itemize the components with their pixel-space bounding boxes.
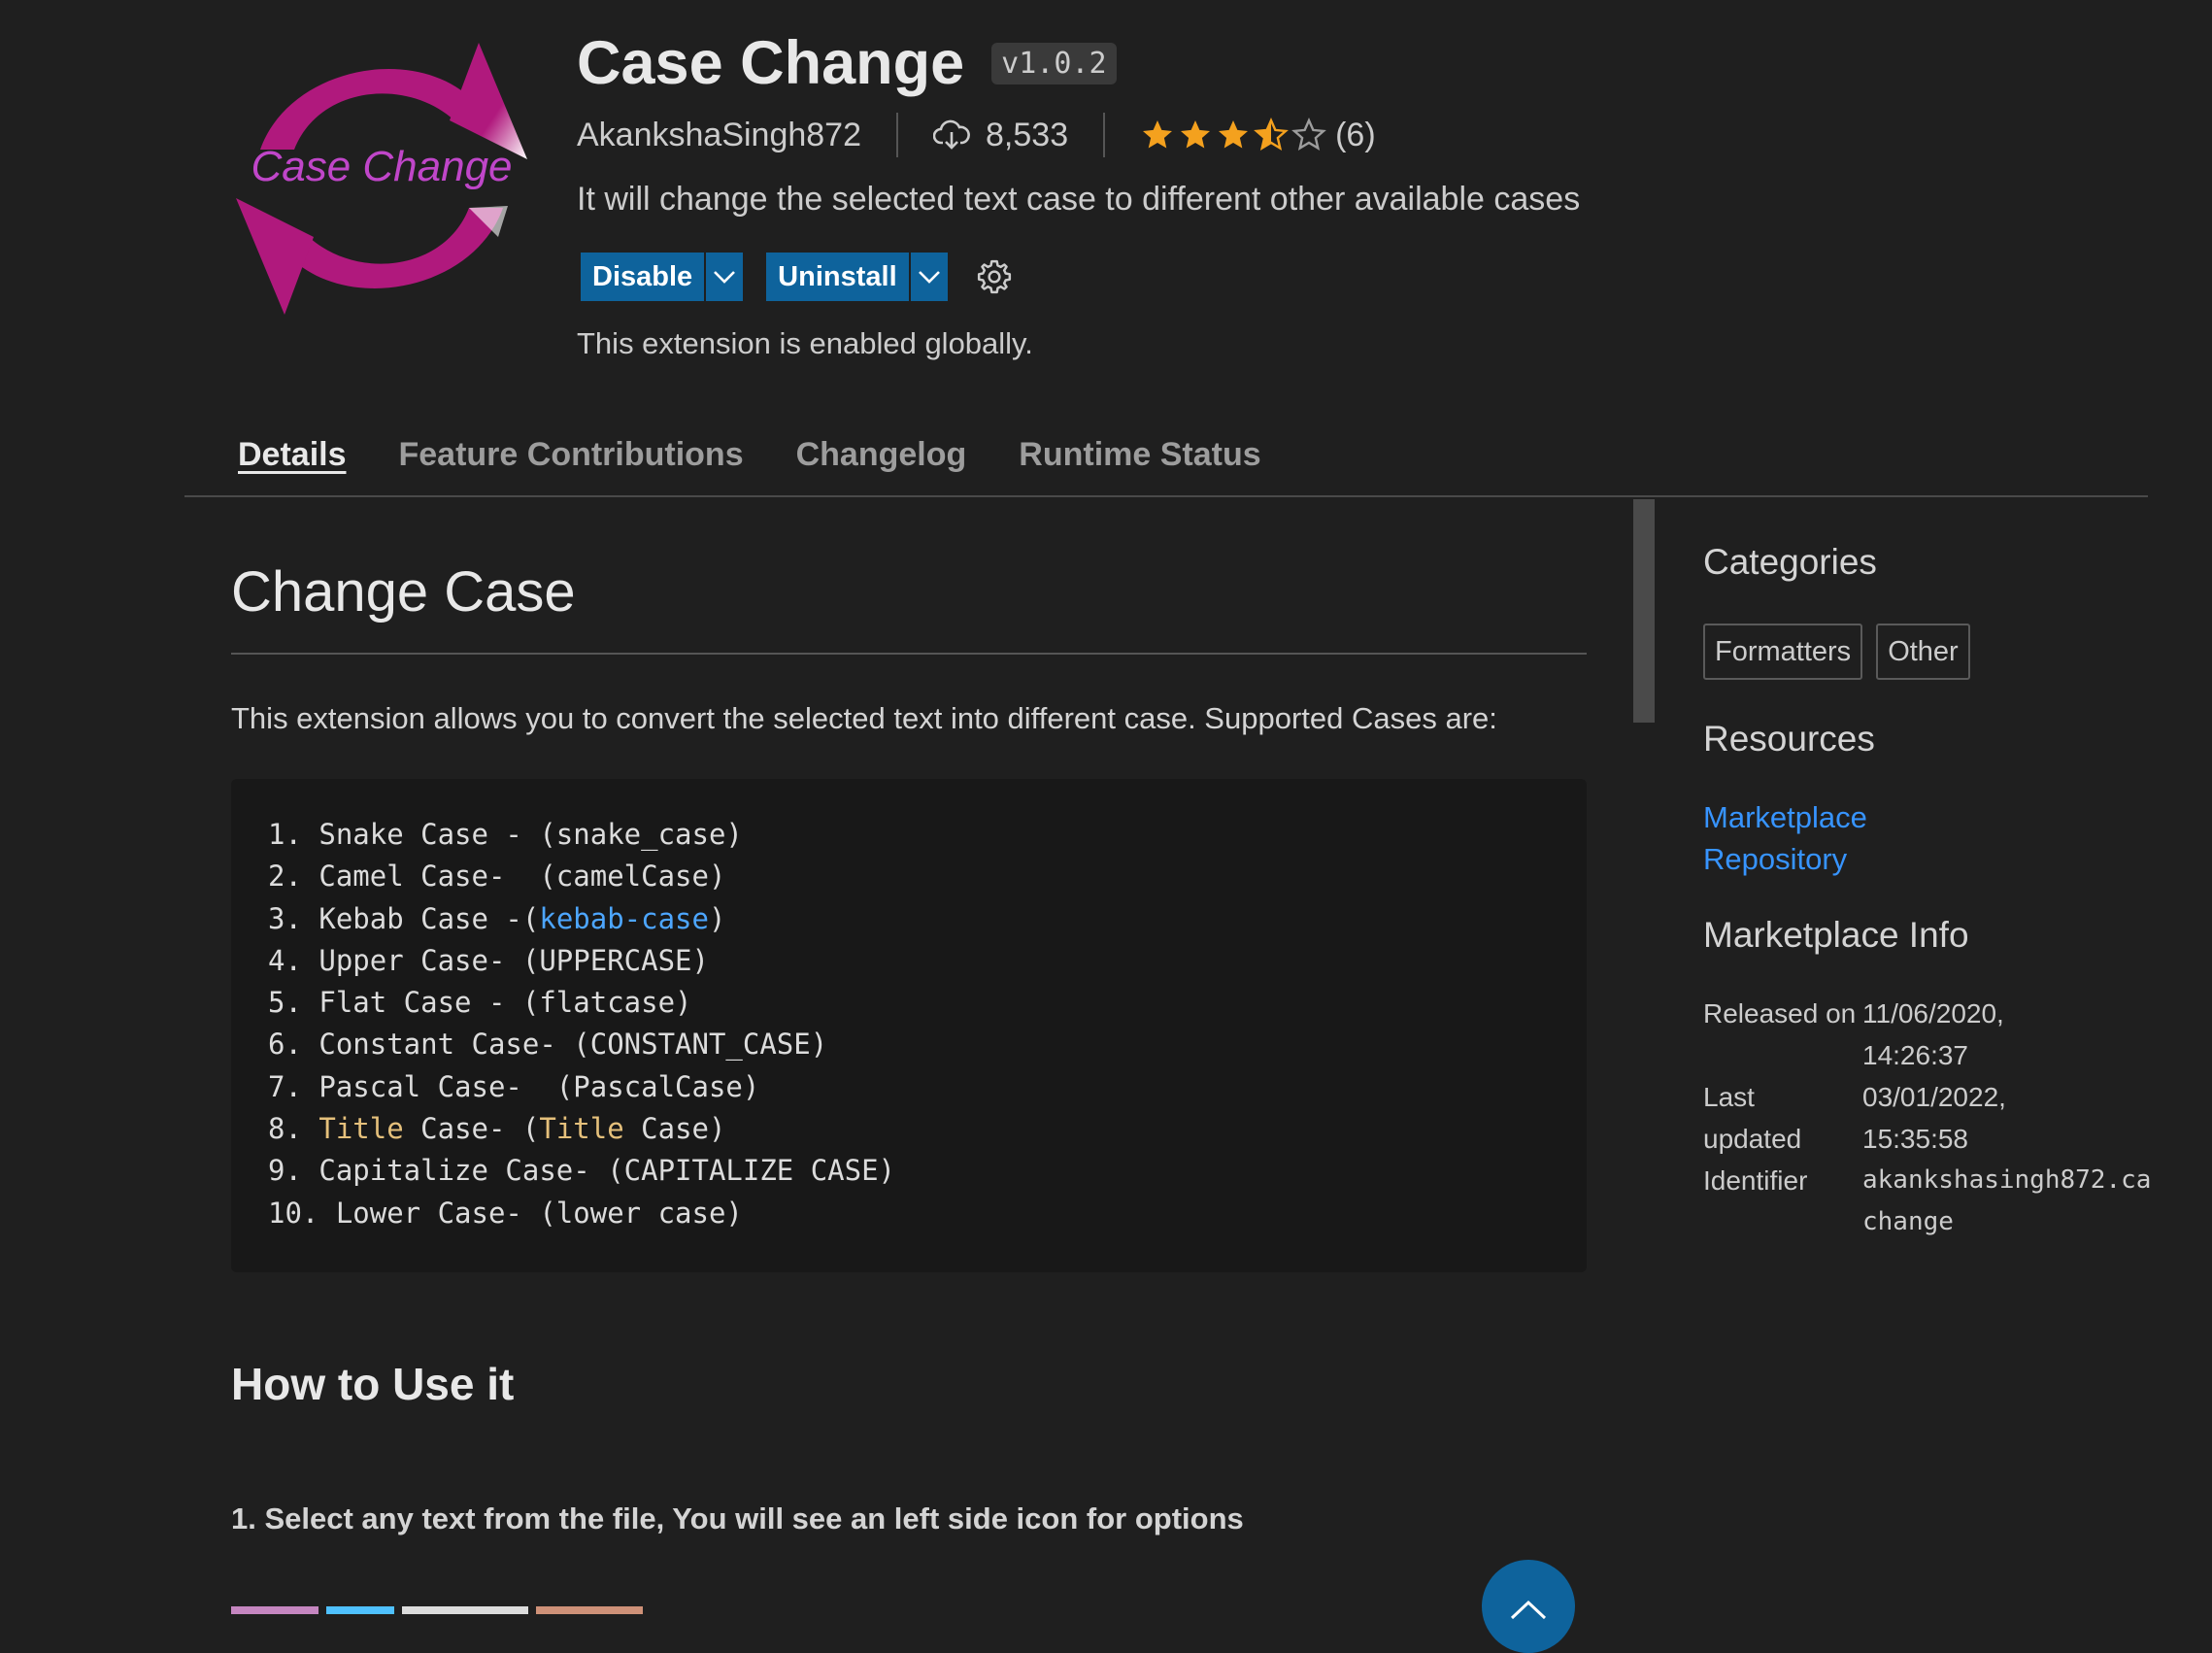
code-line: 4. Upper Case- (UPPERCASE)	[268, 943, 709, 977]
info-released-date: 11/06/2020,	[1862, 998, 2004, 1029]
code-line: 8. Title Case- (Title Case)	[268, 1112, 726, 1146]
meta-divider	[896, 113, 899, 157]
readme-heading: Change Case	[231, 560, 576, 624]
info-updated-label-cont: updated	[1703, 1124, 1802, 1154]
action-bar: Disable Uninstall	[581, 253, 1014, 301]
code-line: 3. Kebab Case -(kebab-case)	[268, 901, 726, 935]
version-badge: v1.0.2	[991, 42, 1117, 84]
marketplace-link[interactable]: Marketplace	[1703, 800, 1867, 835]
detail-tabs: Details Feature Contributions Changelog …	[238, 433, 1314, 476]
tabs-divider	[184, 495, 2148, 497]
disable-split-button: Disable	[581, 253, 744, 301]
rating-count: (6)	[1335, 116, 1376, 153]
disable-dropdown-button[interactable]	[704, 253, 744, 301]
tab-changelog[interactable]: Changelog	[796, 433, 967, 476]
info-identifier-label: Identifier	[1703, 1165, 1808, 1196]
info-updated-date: 03/01/2022,	[1862, 1082, 2006, 1112]
category-tag-other[interactable]: Other	[1876, 624, 1970, 680]
info-identifier-value: akankshasingh872.case-	[1862, 1165, 2150, 1195]
resources-heading: Resources	[1703, 719, 1875, 759]
code-block: 1. Snake Case - (snake_case) 2. Camel Cas…	[231, 779, 1587, 1272]
gear-icon[interactable]	[975, 257, 1014, 296]
logo-text: Case Change	[251, 143, 512, 190]
uninstall-split-button: Uninstall	[766, 253, 948, 301]
chevron-down-icon	[714, 271, 736, 284]
extension-meta: AkankshaSingh872 8,533 (6)	[577, 109, 1376, 161]
rating-stars[interactable]: (6)	[1140, 117, 1376, 154]
marketplace-info-heading: Marketplace Info	[1703, 915, 1969, 955]
uninstall-button[interactable]: Uninstall	[766, 253, 909, 301]
code-line: 10. Lower Case- (lower case)	[268, 1196, 743, 1230]
tab-feature-contributions[interactable]: Feature Contributions	[399, 433, 744, 476]
partial-code-snippet	[231, 1601, 736, 1614]
code-line: 9. Capitalize Case- (CAPITALIZE CASE)	[268, 1154, 896, 1188]
info-identifier-value-cont: change	[1862, 1207, 1954, 1236]
info-updated-time: 15:35:58	[1862, 1124, 1968, 1154]
category-tag-formatters[interactable]: Formatters	[1703, 624, 1863, 680]
code-line: 2. Camel Case- (camelCase)	[268, 860, 726, 894]
enabled-status-note: This extension is enabled globally.	[577, 326, 1033, 360]
info-released-label: Released on	[1703, 998, 1857, 1029]
tab-runtime-status[interactable]: Runtime Status	[1019, 433, 1260, 476]
extension-title: Case Change	[577, 29, 965, 97]
star-empty-icon	[1291, 118, 1326, 151]
code-line: 1. Snake Case - (snake_case)	[268, 818, 743, 851]
publisher-link[interactable]: AkankshaSingh872	[577, 117, 861, 154]
repository-link[interactable]: Repository	[1703, 842, 1847, 877]
info-released-time: 14:26:37	[1862, 1040, 1968, 1070]
star-full-icon	[1219, 120, 1249, 149]
extension-header: Case Change Case Change v1.0.2 AkankshaS…	[0, 0, 2212, 408]
tab-details[interactable]: Details	[238, 433, 347, 476]
extension-logo: Case Change	[236, 43, 527, 315]
back-to-top-button[interactable]	[1482, 1560, 1575, 1653]
meta-divider	[1103, 113, 1106, 157]
code-line: 7. Pascal Case- (PascalCase)	[268, 1069, 760, 1103]
star-full-icon	[1181, 120, 1211, 149]
heading-divider	[231, 653, 1587, 655]
category-tags: Formatters Other	[1703, 624, 1984, 680]
star-full-icon	[1143, 120, 1173, 149]
step-1-text: 1. Select any text from the file, You wi…	[231, 1501, 1244, 1535]
star-half-icon	[1254, 118, 1289, 151]
content-scrollbar[interactable]	[1633, 499, 1655, 1614]
readme-intro: This extension allows you to convert the…	[231, 701, 1497, 735]
disable-button[interactable]: Disable	[581, 253, 705, 301]
categories-heading: Categories	[1703, 542, 1877, 582]
code-line: 6. Constant Case- (CONSTANT_CASE)	[268, 1028, 828, 1062]
cloud-download-icon	[933, 119, 970, 150]
how-to-heading: How to Use it	[231, 1359, 515, 1409]
install-count: 8,533	[986, 116, 1069, 153]
extension-description: It will change the selected text case to…	[577, 181, 1581, 218]
chevron-down-icon	[918, 271, 940, 284]
uninstall-dropdown-button[interactable]	[908, 253, 948, 301]
info-updated-label: Last	[1703, 1082, 1755, 1112]
code-line: 5. Flat Case - (flatcase)	[268, 986, 692, 1020]
scrollbar-thumb[interactable]	[1633, 499, 1655, 723]
chevron-up-icon	[1510, 1600, 1547, 1620]
